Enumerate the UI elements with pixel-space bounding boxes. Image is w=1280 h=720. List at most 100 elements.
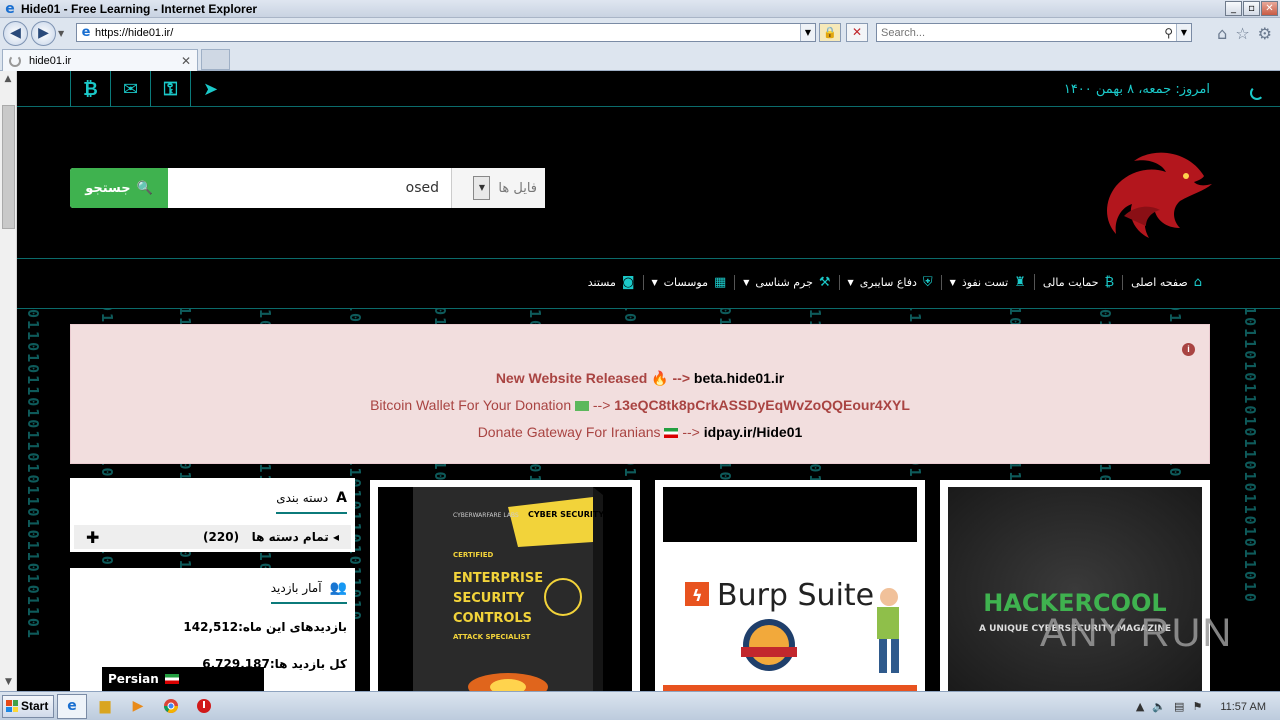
new-tab-button[interactable] (201, 49, 230, 70)
top-strip: ₿ ✉ ⚿ ➤ امروز: جمعه، ۸ بهمن ۱۴۰۰ (17, 71, 1280, 107)
post-card[interactable]: CYBER SECURITY ESSENTIALS CYBERWARFARE L… (370, 480, 640, 691)
menu-item-label: تست نفوذ (961, 275, 1009, 289)
bitcoin-icon: ₿ (1104, 275, 1115, 290)
post-card[interactable]: ϟ Burp Suite (655, 480, 925, 691)
beta-site-link[interactable]: beta.hide01.ir (694, 370, 784, 386)
search-category-select[interactable]: ▼ فایل ها (451, 168, 545, 208)
tray-expand-icon[interactable]: ▲ (1136, 700, 1144, 713)
search-submit-button[interactable]: جستجو 🔍 (70, 168, 168, 208)
language-switcher[interactable]: Persian (102, 667, 264, 691)
menu-item-label: مستند (587, 275, 616, 289)
camera-icon: ◙ (621, 274, 635, 290)
svg-text:SECURITY: SECURITY (453, 591, 525, 606)
categories-header: A دسته بندی (276, 490, 347, 514)
scroll-down-icon[interactable]: ▼ (0, 674, 17, 691)
card-burp-title: Burp Suite (717, 578, 874, 613)
browser-search-box[interactable]: ⚲ ▼ (876, 23, 1192, 42)
site-header: جستجو 🔍 ▼ فایل ها (17, 108, 1280, 258)
system-tray: ▲ 🔈 ▤ ⚑ 11:57 AM (1136, 692, 1280, 720)
page-scrollbar[interactable]: ▲ ▼ (0, 71, 17, 691)
category-dropdown-icon[interactable]: ▼ (473, 176, 491, 200)
history-dropdown-icon[interactable]: ▼ (58, 29, 70, 38)
scroll-thumb[interactable] (2, 105, 15, 229)
telegram-icon[interactable]: ➤ (190, 71, 230, 107)
favorites-star-icon[interactable]: ☆ (1235, 24, 1249, 43)
browser-search-input[interactable] (877, 26, 1147, 39)
idpay-link[interactable]: idpay.ir/Hide01 (704, 424, 803, 440)
stop-button[interactable]: ✕ (846, 23, 868, 42)
all-categories-row[interactable]: ✚ ◂ تمام دسته ها (220) (74, 525, 351, 549)
forward-button[interactable]: ▶ (31, 20, 56, 46)
search-icon[interactable]: ⚲ (1164, 26, 1173, 40)
window-title: Hide01 - Free Learning - Internet Explor… (21, 1, 258, 16)
search-dropdown-icon[interactable]: ▼ (1176, 24, 1191, 41)
post-thumbnail[interactable]: CYBER SECURITY ESSENTIALS CYBERWARFARE L… (378, 487, 632, 691)
email-icon[interactable]: ✉ (110, 71, 150, 107)
address-url[interactable]: https://hide01.ir/ (95, 27, 173, 39)
taskbar-media-player-icon[interactable]: ▶ (123, 694, 153, 719)
iran-flag-icon (664, 428, 679, 439)
address-bar[interactable]: e https://hide01.ir/ ▼ (76, 23, 816, 42)
tab-hide01[interactable]: hide01.ir ✕ (2, 49, 198, 71)
post-card[interactable]: HACKERCOOL A UNIQUE CYBERSECURITY MAGAZI… (940, 480, 1210, 691)
address-dropdown-icon[interactable]: ▼ (800, 24, 815, 41)
svg-text:ϟ: ϟ (692, 586, 703, 605)
site-search-input[interactable] (168, 168, 451, 208)
taskbar-chrome-icon[interactable] (156, 694, 186, 719)
menu-item-1[interactable]: ₿ حمایت مالی (1033, 274, 1122, 290)
settings-gear-icon[interactable]: ⚙ (1258, 24, 1272, 43)
taskbar-explorer-icon[interactable]: ▆ (90, 694, 120, 719)
browser-tools: ⌂ ☆ ⚙ (1217, 24, 1272, 43)
menu-item-label: جرم شناسی (755, 275, 813, 289)
anyrun-watermark: ANY RUN (1040, 611, 1233, 656)
tab-close-icon[interactable]: ✕ (181, 54, 191, 68)
card-badge-text: CERTIFIED (453, 551, 494, 559)
tab-label: hide01.ir (29, 54, 72, 67)
network-icon[interactable]: ▤ (1174, 700, 1184, 713)
taskbar-ie-icon[interactable]: e (57, 693, 87, 719)
menu-item-5[interactable]: ▦ موسسات ▼ (642, 274, 735, 290)
stats-title: آمار بازدید (270, 581, 322, 595)
ie-logo-icon: e (5, 0, 15, 17)
dragon-logo-icon[interactable] (1094, 146, 1212, 246)
taskbar-clock[interactable]: 11:57 AM (1220, 701, 1266, 713)
shield-icon: ⛨ (922, 274, 933, 290)
language-label: Persian (108, 672, 159, 686)
home-icon[interactable]: ⌂ (1217, 24, 1227, 43)
taskbar-stop-icon[interactable] (189, 694, 219, 719)
page-favicon-icon: e (81, 25, 91, 40)
menu-item-2[interactable]: ♜ تست نفوذ ▼ (940, 274, 1034, 290)
bitcoin-icon[interactable]: ₿ (70, 71, 110, 107)
key-icon[interactable]: ⚿ (150, 71, 190, 107)
start-button[interactable]: Start (2, 694, 54, 718)
minimize-button[interactable]: _ (1225, 1, 1242, 16)
watermark-text: ANY RUN (1040, 611, 1234, 655)
menu-item-0[interactable]: ⌂ صفحه اصلی (1122, 274, 1210, 290)
menu-item-3[interactable]: ⛨ دفاع سایبری ▼ (838, 274, 941, 290)
flag-icon[interactable]: ⚑ (1192, 700, 1202, 713)
post-thumbnail[interactable]: ϟ Burp Suite (663, 487, 917, 691)
menu-item-4[interactable]: ⚒ جرم شناسی ▼ (734, 274, 838, 290)
volume-icon[interactable]: 🔈 (1152, 700, 1166, 713)
maximize-button[interactable]: ▫ (1243, 1, 1260, 16)
menu-item-6[interactable]: ◙ مستند (580, 275, 643, 290)
back-button[interactable]: ◀ (3, 20, 28, 46)
caret-down-icon: ▼ (949, 277, 956, 287)
tab-bar: hide01.ir ✕ (0, 48, 1280, 71)
all-categories-item[interactable]: ◂ تمام دسته ها (220) (203, 530, 339, 544)
announcement-box: i New Website Released 🔥 --> beta.hide01… (70, 324, 1210, 464)
fire-icon: 🔥 (651, 370, 669, 386)
scroll-up-icon[interactable]: ▲ (0, 71, 16, 88)
svg-text:CONTROLS: CONTROLS (453, 611, 532, 626)
card-sub-text: ATTACK SPECIALIST (453, 633, 531, 641)
close-window-button[interactable]: ✕ (1261, 1, 1278, 16)
notice-line-bitcoin: Bitcoin Wallet For Your Donation --> 13e… (71, 392, 1209, 419)
notice-line-donate: Donate Gateway For Iranians --> idpay.ir… (71, 419, 1209, 446)
expand-plus-icon[interactable]: ✚ (86, 528, 99, 547)
post-thumbnail[interactable]: HACKERCOOL A UNIQUE CYBERSECURITY MAGAZI… (948, 487, 1202, 691)
security-lock-icon[interactable]: 🔒 (819, 23, 841, 42)
menu-items: ⌂ صفحه اصلی ₿ حمایت مالی ♜ تست نفوذ ▼ ⛨ دفاع سای… (580, 274, 1210, 290)
bitcoin-wallet-address[interactable]: 13eQC8tk8pCrkASSDyEqWvZoQQEour4XYL (614, 397, 910, 413)
month-visits: بازدیدهای این ماه:142,512 (183, 620, 347, 634)
magnifier-icon: 🔍 (136, 180, 153, 196)
